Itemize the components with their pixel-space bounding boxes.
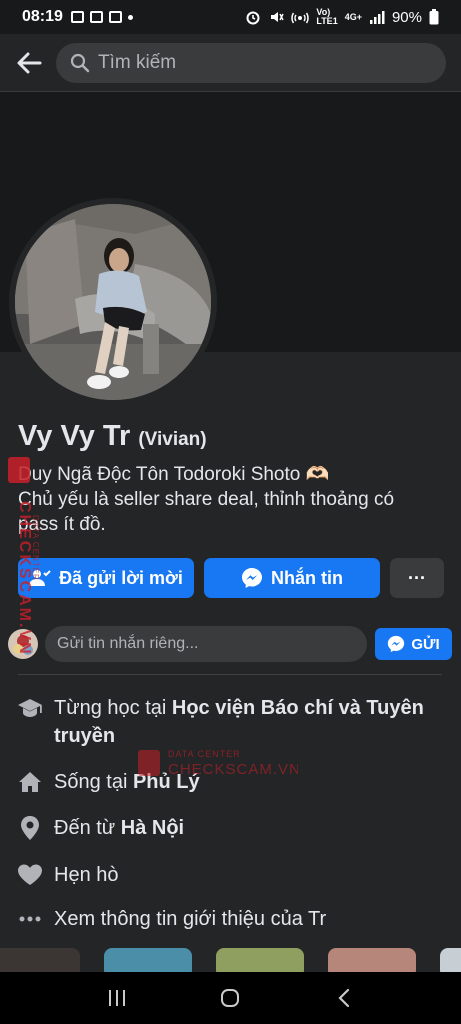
photo-thumbnail[interactable] [104,948,192,972]
message-label: Nhắn tin [271,567,343,588]
photo-strip [0,948,461,972]
private-message-placeholder: Gửi tin nhắn riêng... [57,635,199,652]
watermark-center-logo: DATA CENTER CHECKSCAM.VN [138,749,298,778]
photo-thumbnail[interactable] [440,948,461,972]
profile-actions: Đã gửi lời mời Nhắn tin ··· [18,558,444,598]
system-nav-bar [0,972,461,1024]
intro-relationship[interactable]: Hẹn hò [16,861,446,889]
message-button[interactable]: Nhắn tin [204,558,380,598]
photo-thumbnail[interactable] [216,948,304,972]
status-time: 08:19 [22,8,63,25]
private-message-row: Gửi tin nhắn riêng... GỬI [8,626,454,662]
intro-hometown-name[interactable]: Hà Nội [121,817,184,839]
search-input[interactable]: Tìm kiếm [56,42,446,83]
bio-line: Duy Ngã Độc Tôn Todoroki Shoto 🫶🏻 [18,464,330,485]
back-nav-button[interactable] [324,978,364,1018]
notification-icons [70,11,133,23]
intro-prefix: Từng học tại [54,697,172,719]
graduation-cap-icon [16,694,44,722]
search-placeholder: Tìm kiếm [98,51,177,73]
bio-line: Chủ yếu là seller share deal, thỉnh thoả… [18,489,395,510]
location-pin-icon [16,814,44,842]
intro-relationship-text: Hẹn hò [54,864,119,886]
system-status: Vo) LTE1 4G+ 90% [245,8,439,26]
intro-see-more-text: Xem thông tin giới thiệu của Tr [54,908,327,930]
network-type: 4G+ [344,12,362,22]
hotspot-icon [291,12,310,24]
more-notifications-icon [127,14,133,20]
send-label: GỬI [411,635,440,653]
watermark-side-sub: DATA CENTER [31,515,40,581]
intro-hometown[interactable]: Đến từ Hà Nội [16,814,446,842]
profile-name-row: Vy Vy Tr (Vivian) [18,420,207,453]
messenger-icon [242,568,262,588]
friend-request-sent-button[interactable]: Đã gửi lời mời [18,558,194,598]
watermark-center-top: DATA CENTER [168,749,241,759]
more-dots-icon [16,905,44,933]
photo-thumbnail[interactable] [0,948,80,972]
send-button[interactable]: GỬI [375,628,452,660]
app-notification-icon [108,11,122,23]
signal-icon [369,11,385,24]
status-bar: 08:19 Vo) LTE1 4G+ 90% [0,0,461,34]
private-message-input[interactable]: Gửi tin nhắn riêng... [45,626,367,662]
mute-icon [271,12,284,22]
chevron-left-icon [338,988,350,1008]
more-options-button[interactable]: ··· [390,558,444,598]
back-button[interactable] [14,48,44,78]
profile-avatar[interactable] [9,198,217,406]
top-bar: Tìm kiếm [0,34,461,92]
home-circle-icon [221,989,240,1007]
bio-line: pass ít đồ. [18,514,106,535]
arrow-left-icon [17,52,42,73]
profile-alt-name: (Vivian) [138,429,207,450]
profile-name: Vy Vy Tr [18,420,131,452]
intro-prefix: Đến từ [54,817,121,839]
profile-bio: Duy Ngã Độc Tôn Todoroki Shoto 🫶🏻 Chủ yế… [18,462,448,537]
intro-prefix: Sống tại [54,771,133,793]
divider [18,674,442,675]
heart-icon [16,861,44,889]
profile-photo [15,204,211,400]
search-icon [70,53,90,72]
recent-apps-button[interactable] [97,978,137,1018]
photo-thumbnail[interactable] [328,948,416,972]
home-button[interactable] [210,978,250,1018]
watermark-center-main: CHECKSCAM.VN [168,761,298,778]
more-dots-icon: ··· [408,567,426,588]
home-icon [16,768,44,796]
volte-icon: Vo) LTE1 [316,7,338,26]
battery-icon [429,9,439,25]
watermark-side-text: CHECKSCAM.VN [16,501,33,655]
friend-request-sent-label: Đã gửi lời mời [59,567,183,588]
battery-percent: 90% [391,8,422,26]
image-notification-icon [70,11,84,23]
mail-notification-icon [89,11,103,23]
recent-apps-icon [108,990,125,1006]
alarm-icon [246,11,260,25]
watermark-side-logo: CHECKSCAM.VN DATA CENTER [8,457,40,655]
messenger-icon [388,635,405,653]
intro-see-more[interactable]: Xem thông tin giới thiệu của Tr [16,905,446,933]
